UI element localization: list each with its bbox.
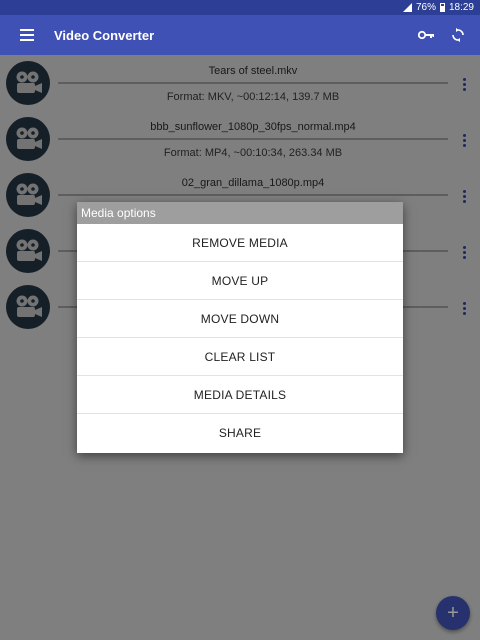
move-down-option[interactable]: MOVE DOWN bbox=[77, 300, 403, 338]
media-details-option[interactable]: MEDIA DETAILS bbox=[77, 376, 403, 414]
clear-list-option[interactable]: CLEAR LIST bbox=[77, 338, 403, 376]
app-title: Video Converter bbox=[54, 27, 155, 43]
sync-icon bbox=[452, 28, 464, 42]
clock: 18:29 bbox=[448, 2, 474, 13]
status-bar: 76% 18:29 bbox=[0, 0, 480, 15]
key-button[interactable] bbox=[410, 15, 442, 55]
hamburger-menu-icon bbox=[20, 29, 34, 41]
move-up-option[interactable]: MOVE UP bbox=[77, 262, 403, 300]
signal-icon bbox=[402, 3, 412, 12]
share-option[interactable]: SHARE bbox=[77, 414, 403, 452]
battery-icon bbox=[439, 3, 445, 12]
key-icon bbox=[418, 30, 434, 40]
app-bar: Video Converter bbox=[0, 15, 480, 55]
plus-icon: + bbox=[447, 601, 459, 624]
menu-button[interactable] bbox=[0, 15, 54, 55]
add-media-fab[interactable]: + bbox=[436, 596, 470, 630]
media-options-dialog: Media options REMOVE MEDIA MOVE UP MOVE … bbox=[77, 202, 403, 453]
remove-media-option[interactable]: REMOVE MEDIA bbox=[77, 224, 403, 262]
refresh-button[interactable] bbox=[442, 15, 474, 55]
battery-percent: 76% bbox=[415, 2, 436, 13]
dialog-title: Media options bbox=[77, 202, 403, 224]
